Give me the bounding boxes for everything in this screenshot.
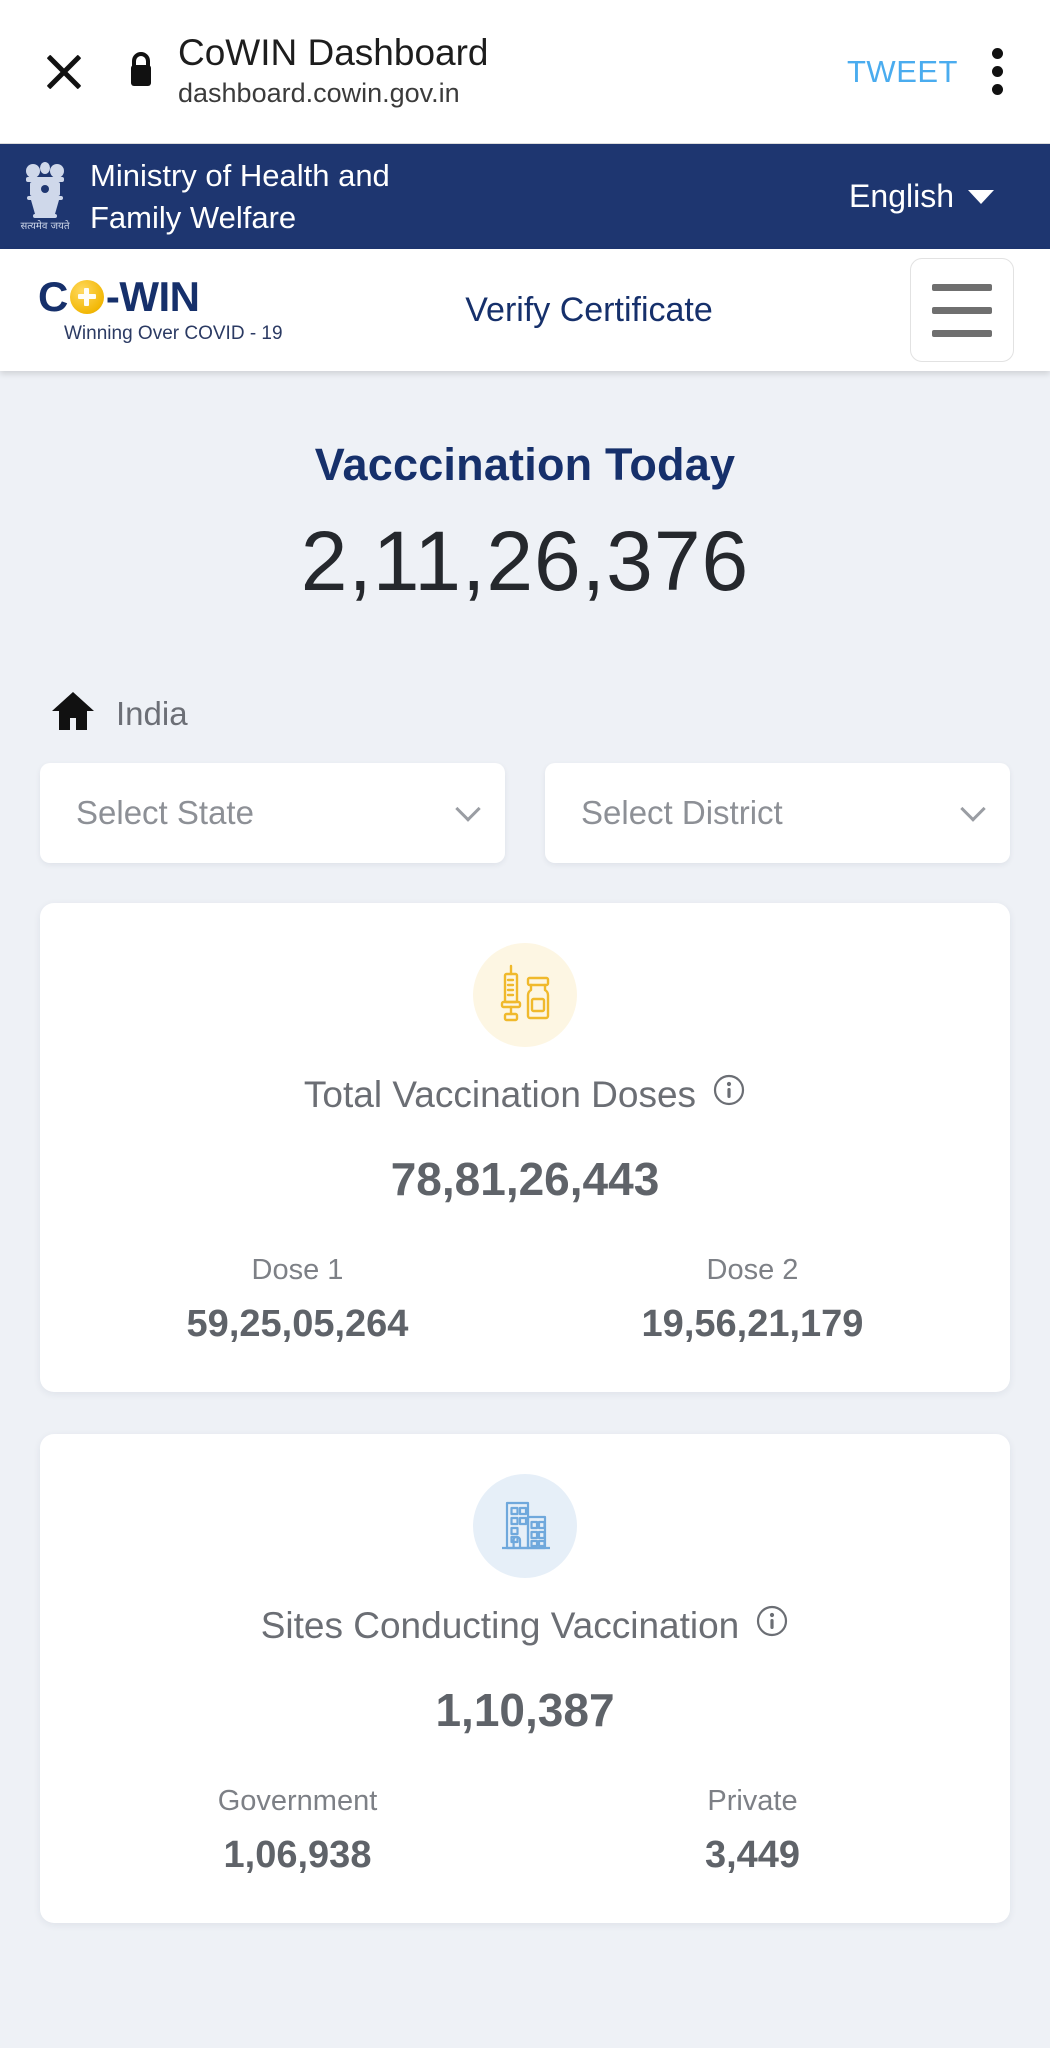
chevron-down-icon: [960, 796, 986, 822]
language-label: English: [849, 178, 954, 214]
breadcrumb-label: India: [116, 694, 188, 732]
site-navigation: C -WIN Winning Over COVID - 19 Verify Ce…: [0, 249, 1050, 371]
info-icon[interactable]: [712, 1073, 746, 1116]
hero-section: Vacccination Today 2,11,26,376: [0, 371, 1050, 668]
location-filters: Select State Select District: [40, 763, 1010, 903]
card-total-value: 1,10,387: [435, 1684, 615, 1736]
tab-url: dashboard.cowin.gov.in: [178, 77, 460, 108]
split-value: 59,25,05,264: [186, 1303, 409, 1345]
split-item: Dose 1 59,25,05,264: [70, 1254, 525, 1346]
district-select[interactable]: Select District: [545, 763, 1010, 863]
caret-down-icon: [968, 189, 994, 204]
main-content: India Select State Select District Total…: [0, 668, 1050, 1923]
state-select-label: Select State: [76, 794, 254, 831]
tweet-button[interactable]: TWEET: [847, 54, 958, 90]
india-state-emblem-icon: सत्यमेव जयते: [14, 155, 76, 238]
government-header: सत्यमेव जयते Ministry of Health and Fami…: [0, 144, 1050, 249]
split-label: Dose 1: [251, 1254, 344, 1286]
ministry-line-1: Ministry of Health and: [90, 157, 390, 193]
card-title-text: Total Vaccination Doses: [303, 1073, 697, 1115]
split-item: Government 1,06,938: [70, 1785, 525, 1877]
home-icon: [50, 690, 96, 737]
verify-certificate-link[interactable]: Verify Certificate: [298, 291, 910, 330]
building-icon: [473, 1474, 577, 1578]
split-item: Private 3,449: [525, 1785, 980, 1877]
kebab-menu-icon[interactable]: [992, 41, 1006, 102]
page-title: Vacccination Today: [314, 439, 736, 490]
total-vaccination-doses-card: Total Vaccination Doses 78,81,26,443 Dos…: [40, 903, 1010, 1392]
card-total-value: 78,81,26,443: [390, 1153, 660, 1205]
sites-conducting-vaccination-card: Sites Conducting Vaccination 1,10,387 Go…: [40, 1434, 1010, 1923]
vaccination-today-value: 2,11,26,376: [300, 514, 750, 608]
syringe-vial-icon: [473, 943, 577, 1047]
state-select[interactable]: Select State: [40, 763, 505, 863]
browser-toolbar: CoWIN Dashboard dashboard.cowin.gov.in T…: [0, 0, 1050, 144]
split-item: Dose 2 19,56,21,179: [525, 1254, 980, 1346]
district-select-label: Select District: [581, 794, 783, 831]
split-label: Government: [217, 1785, 378, 1817]
brand-part-1: C: [38, 272, 68, 320]
card-title-text: Sites Conducting Vaccination: [260, 1604, 740, 1646]
svg-text:सत्यमेव जयते: सत्यमेव जयते: [20, 220, 69, 232]
lock-icon: [126, 50, 156, 93]
split-value: 3,449: [704, 1834, 801, 1876]
chevron-down-icon: [455, 796, 481, 822]
ministry-name: Ministry of Health and Family Welfare: [90, 155, 849, 238]
card-splits: Dose 1 59,25,05,264 Dose 2 19,56,21,179: [70, 1254, 980, 1346]
cowin-logo[interactable]: C -WIN Winning Over COVID - 19: [38, 272, 298, 345]
split-value: 19,56,21,179: [641, 1303, 864, 1345]
language-selector[interactable]: English: [849, 178, 1020, 215]
brand-part-2: -WIN: [105, 272, 200, 320]
breadcrumb[interactable]: India: [40, 668, 1010, 763]
cowin-wordmark: C -WIN: [38, 272, 298, 320]
hamburger-menu-icon[interactable]: [910, 258, 1014, 362]
card-title: Total Vaccination Doses: [70, 1073, 980, 1116]
card-icon: [70, 943, 980, 1047]
plus-circle-icon: [69, 279, 104, 314]
tab-info: CoWIN Dashboard dashboard.cowin.gov.in: [178, 32, 847, 110]
info-icon[interactable]: [755, 1604, 789, 1647]
split-label: Dose 2: [706, 1254, 799, 1286]
card-icon: [70, 1474, 980, 1578]
close-icon[interactable]: [36, 44, 92, 100]
split-value: 1,06,938: [223, 1834, 372, 1876]
tab-title: CoWIN Dashboard: [178, 32, 489, 74]
split-label: Private: [707, 1785, 798, 1817]
ministry-line-2: Family Welfare: [90, 199, 297, 235]
cowin-tagline: Winning Over COVID - 19: [64, 322, 283, 344]
card-title: Sites Conducting Vaccination: [70, 1604, 980, 1647]
card-splits: Government 1,06,938 Private 3,449: [70, 1785, 980, 1877]
